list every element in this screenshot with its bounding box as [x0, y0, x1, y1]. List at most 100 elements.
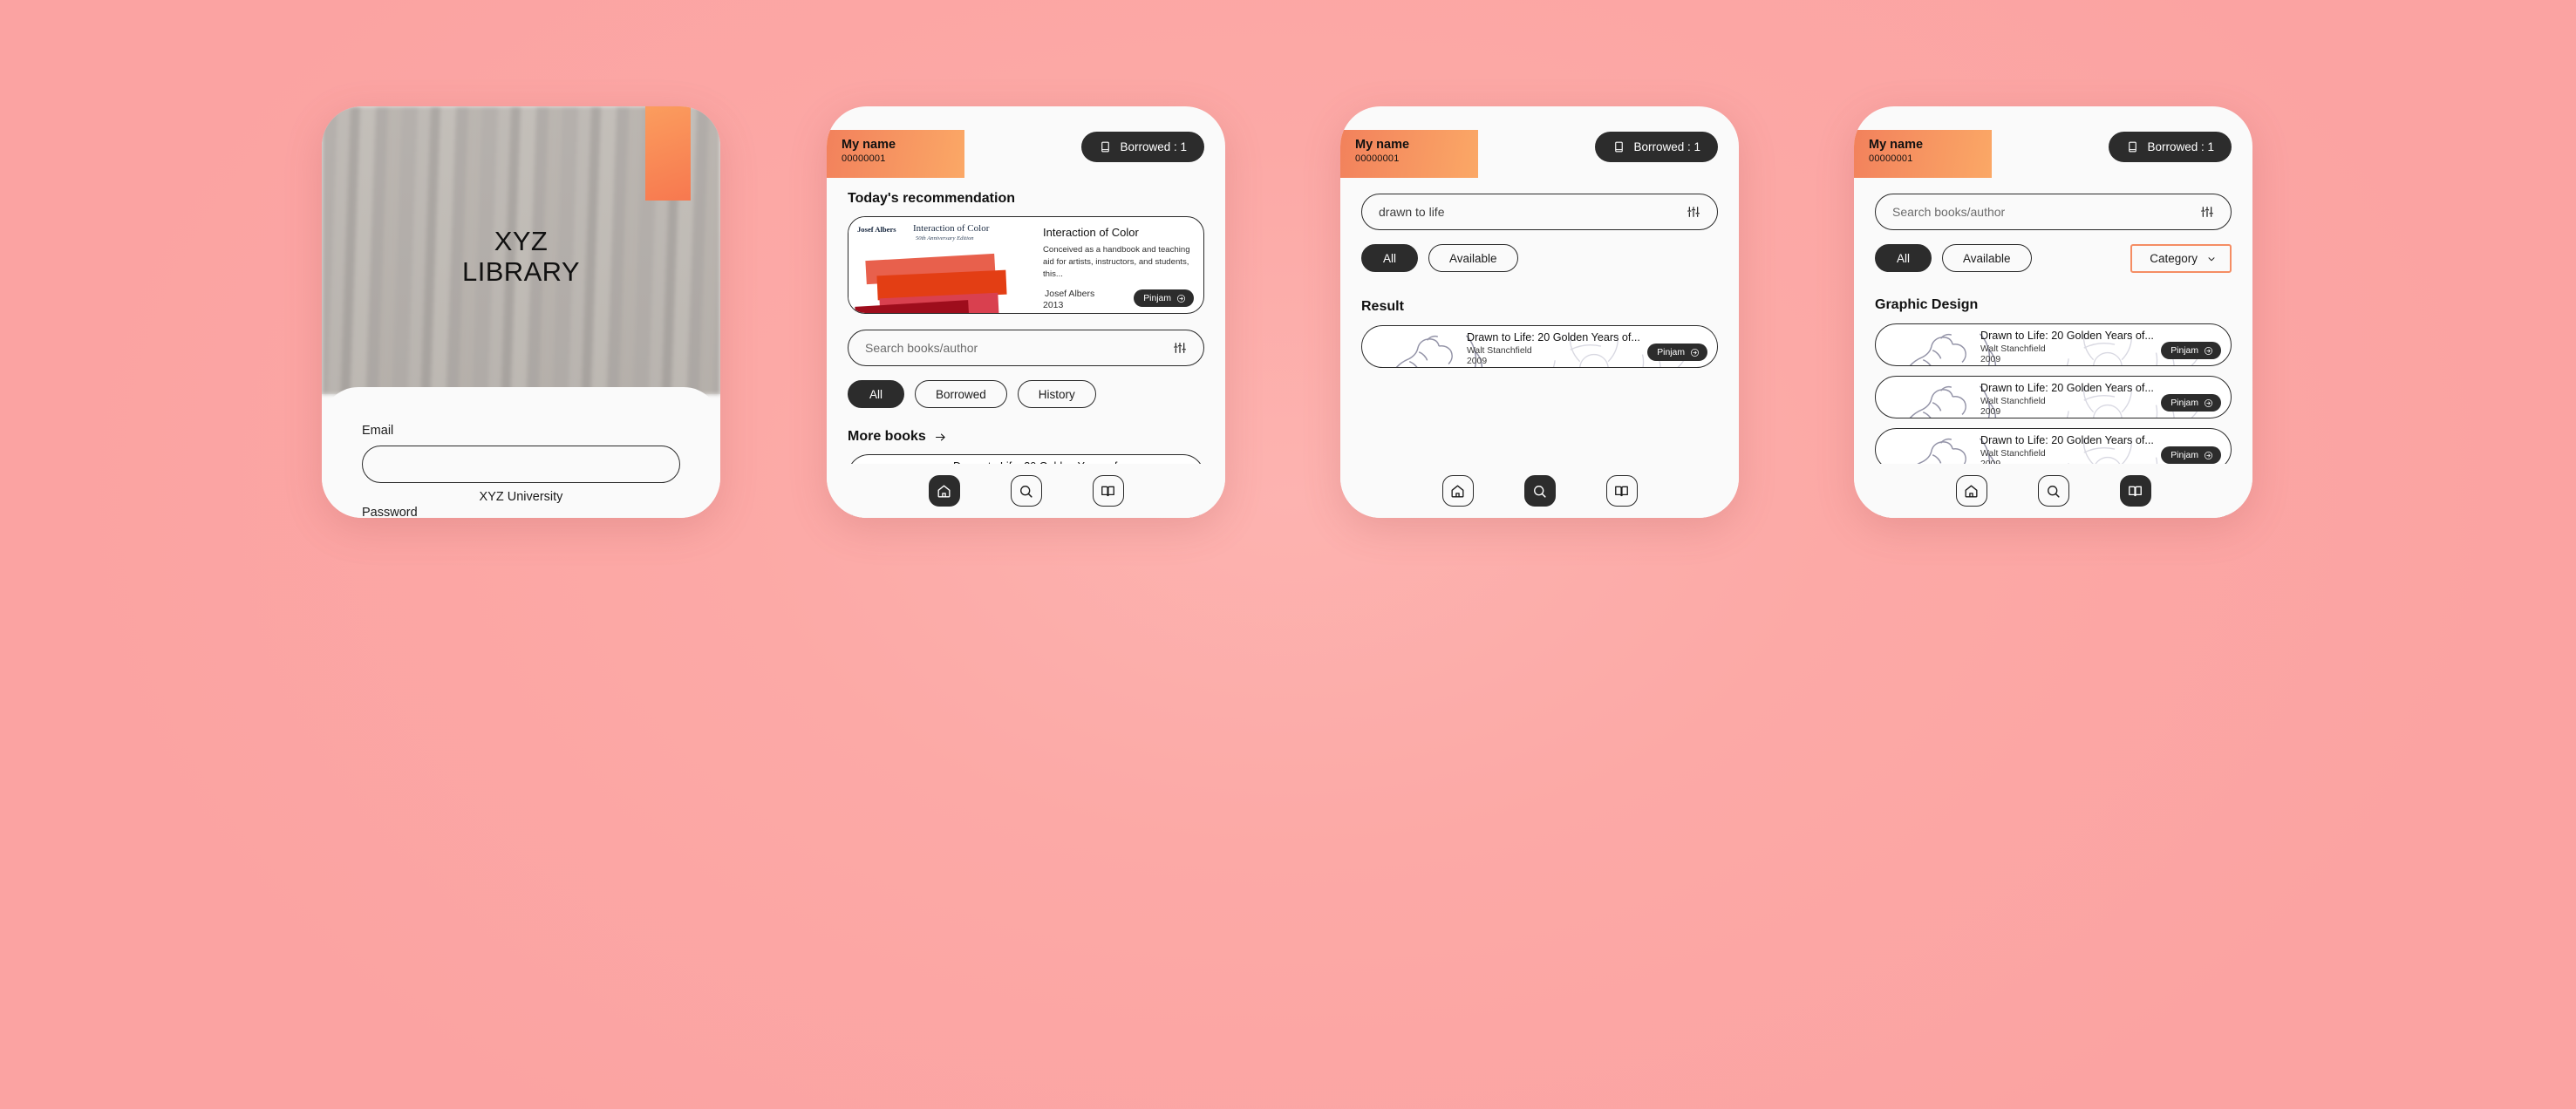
chip-available[interactable]: Available	[1942, 244, 2032, 272]
borrow-label: Pinjam	[2171, 398, 2198, 408]
bottom-navigation	[1340, 464, 1739, 518]
cover-title: Interaction of Color	[913, 223, 990, 234]
category-dropdown[interactable]: Category	[2130, 244, 2232, 273]
borrowed-count-label: Borrowed : 1	[2147, 140, 2214, 153]
email-label: Email	[362, 424, 394, 438]
bottom-navigation	[1854, 464, 2252, 518]
user-member-id: 00000001	[1355, 153, 1400, 165]
arrow-circle-right-icon	[1690, 348, 1700, 357]
search-input[interactable]: Search books/author	[848, 330, 1204, 366]
more-books-label: More books	[848, 429, 926, 444]
home-icon	[936, 483, 952, 500]
borrowed-count-button[interactable]: Borrowed : 1	[1081, 132, 1204, 162]
recommendation-title: Interaction of Color	[1043, 226, 1139, 239]
recommendation-cover: Josef Albers Interaction of Color 50th A…	[848, 217, 1033, 313]
open-book-icon	[1100, 483, 1116, 500]
book-list-item[interactable]: Drawn to Life: 20 Golden Years of...Walt…	[1361, 325, 1718, 368]
search-icon	[1018, 483, 1034, 500]
arrow-circle-right-icon	[2204, 451, 2213, 460]
filter-chips: All Available	[1361, 244, 1718, 272]
borrow-button[interactable]: Pinjam	[1647, 344, 1707, 361]
book-title: Drawn to Life: 20 Golden Years of...	[1467, 331, 1640, 344]
borrow-label: Pinjam	[1657, 347, 1685, 357]
recommendation-heading: Today's recommendation	[848, 191, 1015, 206]
borrow-label: Pinjam	[2171, 450, 2198, 460]
university-footer: XYZ University	[479, 490, 563, 504]
sliders-icon[interactable]	[1687, 205, 1700, 219]
book-title: Drawn to Life: 20 Golden Years of...	[1980, 382, 2154, 394]
user-name: My name	[1869, 138, 1924, 152]
cover-author: Josef Albers	[857, 225, 896, 234]
nav-search-button[interactable]	[1523, 475, 1556, 507]
search-placeholder: Search books/author	[1892, 205, 2006, 219]
arrow-circle-right-icon	[1176, 294, 1186, 303]
brand-line-2: LIBRARY	[462, 255, 580, 287]
book-title: Drawn to Life: 20 Golden Years of...	[1980, 330, 2154, 342]
nav-home-button[interactable]	[1441, 475, 1474, 507]
borrow-button[interactable]: Pinjam	[2161, 394, 2221, 412]
nav-search-button[interactable]	[2037, 475, 2069, 507]
user-member-id: 00000001	[1869, 153, 1913, 165]
borrow-button[interactable]: Pinjam	[2161, 342, 2221, 359]
chip-history[interactable]: History	[1017, 380, 1096, 408]
nav-library-button[interactable]	[1092, 475, 1124, 507]
cover-subtitle: 50th Anniversary Edition	[916, 235, 974, 242]
book-list-item[interactable]: Drawn to Life: 20 Golden Years of...Walt…	[1875, 323, 2232, 366]
search-icon	[2045, 483, 2061, 500]
book-closed-icon	[1612, 140, 1625, 153]
open-book-icon	[1613, 483, 1630, 500]
borrowed-count-label: Borrowed : 1	[1120, 140, 1187, 153]
user-name: My name	[1355, 138, 1410, 152]
arrow-right-icon	[934, 431, 947, 444]
user-member-id: 00000001	[842, 153, 886, 165]
arrow-circle-right-icon	[2204, 398, 2213, 408]
home-icon	[1449, 483, 1466, 500]
nav-library-button[interactable]	[1605, 475, 1638, 507]
chip-all[interactable]: All	[848, 380, 905, 408]
sliders-icon[interactable]	[1173, 341, 1187, 355]
chevron-down-icon	[2206, 254, 2217, 264]
search-icon	[1531, 483, 1548, 500]
category-label: Category	[2150, 252, 2198, 265]
phone-screen-home: My name 00000001 Borrowed : 1 Today's re…	[827, 106, 1225, 518]
borrow-button[interactable]: Pinjam	[2161, 446, 2221, 464]
borrowed-count-label: Borrowed : 1	[1633, 140, 1700, 153]
recommendation-info: Interaction of Color Conceived as a hand…	[1033, 217, 1203, 313]
nav-home-button[interactable]	[928, 475, 960, 507]
chip-all[interactable]: All	[1875, 244, 1932, 272]
brand-line-1: XYZ	[494, 226, 549, 256]
sliders-icon[interactable]	[2200, 205, 2214, 219]
borrow-label: Pinjam	[1143, 293, 1171, 303]
more-books-header[interactable]: More books	[848, 429, 1204, 445]
phone-screen-search: My name 00000001 Borrowed : 1 drawn to l…	[1340, 106, 1739, 518]
chip-available[interactable]: Available	[1428, 244, 1518, 272]
user-name-badge: My name 00000001	[827, 130, 964, 178]
user-name-badge: My name 00000001	[1854, 130, 1992, 178]
book-list-item[interactable]: Drawn to Life: 20 Golden Years of...Walt…	[1875, 376, 2232, 418]
book-closed-icon	[1099, 140, 1112, 153]
nav-library-button[interactable]	[2119, 475, 2151, 507]
phone-screen-login: XYZ LIBRARY Email Password LOGIN Registe…	[322, 106, 720, 518]
brand-title: XYZ LIBRARY	[322, 226, 720, 287]
email-field[interactable]	[362, 446, 680, 483]
search-value: drawn to life	[1379, 205, 1445, 219]
bottom-navigation	[827, 464, 1225, 518]
filter-chips: All Borrowed History	[848, 380, 1204, 408]
borrowed-count-button[interactable]: Borrowed : 1	[2109, 132, 2232, 162]
password-label: Password	[362, 506, 418, 518]
chip-all[interactable]: All	[1361, 244, 1419, 272]
nav-home-button[interactable]	[1955, 475, 1987, 507]
search-input[interactable]: Search books/author	[1875, 194, 2232, 230]
result-heading: Result	[1361, 299, 1404, 314]
chip-borrowed[interactable]: Borrowed	[915, 380, 1007, 408]
recommendation-card[interactable]: Josef Albers Interaction of Color 50th A…	[848, 216, 1204, 314]
borrowed-count-button[interactable]: Borrowed : 1	[1595, 132, 1718, 162]
user-name-badge: My name 00000001	[1340, 130, 1478, 178]
borrow-button[interactable]: Pinjam	[1134, 289, 1194, 307]
filter-chips: All Available Category	[1875, 244, 2232, 273]
search-input[interactable]: drawn to life	[1361, 194, 1718, 230]
category-section-heading: Graphic Design	[1875, 297, 1979, 312]
nav-search-button[interactable]	[1010, 475, 1042, 507]
user-name: My name	[842, 138, 896, 152]
phone-screen-category: My name 00000001 Borrowed : 1 Search boo…	[1854, 106, 2252, 518]
